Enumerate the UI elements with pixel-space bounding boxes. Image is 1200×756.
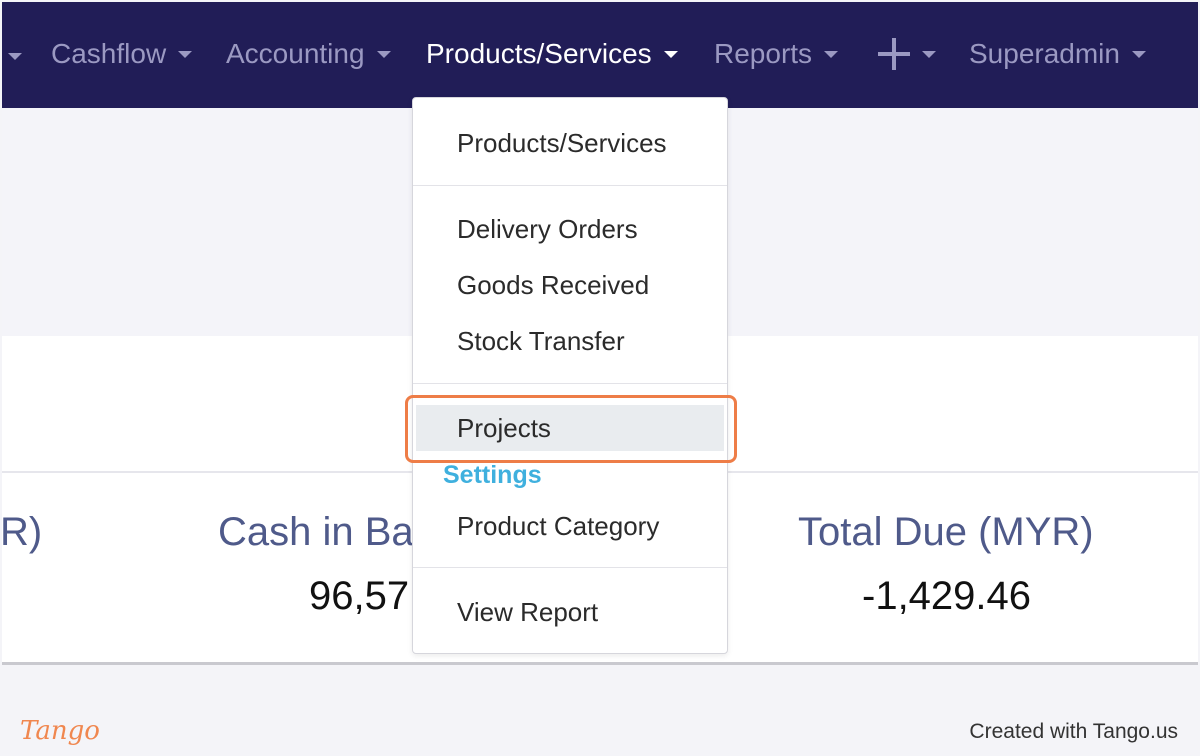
nav-superadmin[interactable]: Superadmin bbox=[969, 34, 1146, 74]
nav-products-services-label: Products/Services bbox=[426, 38, 652, 69]
stat-label-total-due: Total Due (MYR) bbox=[798, 510, 1094, 554]
nav-cashflow[interactable]: Cashflow bbox=[51, 34, 193, 74]
chevron-down-icon bbox=[1131, 50, 1146, 58]
chevron-down-icon bbox=[376, 50, 391, 58]
menu-item-products-services[interactable]: Products/Services bbox=[413, 121, 727, 165]
nav-cashflow-label: Cashflow bbox=[51, 38, 167, 69]
chevron-down-icon bbox=[922, 50, 936, 58]
menu-divider bbox=[413, 185, 727, 186]
chevron-down-icon[interactable] bbox=[8, 53, 22, 60]
nav-products-services[interactable]: Products/Services bbox=[426, 34, 678, 74]
created-with-text: Created with Tango.us bbox=[969, 720, 1178, 743]
tango-logo: Tango bbox=[20, 716, 100, 746]
stat-label: R) bbox=[2, 510, 43, 554]
products-services-dropdown: Products/Services Delivery Orders Goods … bbox=[412, 97, 728, 654]
content-bottom bbox=[2, 665, 1198, 704]
nav-accounting-label: Accounting bbox=[226, 38, 365, 69]
nav-quick-add[interactable] bbox=[878, 34, 936, 74]
menu-item-goods-received[interactable]: Goods Received bbox=[413, 263, 727, 307]
chevron-down-icon bbox=[663, 50, 678, 58]
menu-item-view-report[interactable]: View Report bbox=[413, 590, 727, 634]
nav-superadmin-label: Superadmin bbox=[969, 38, 1120, 69]
menu-heading-settings: Settings bbox=[443, 461, 542, 489]
chevron-down-icon bbox=[824, 50, 839, 58]
stat-value-total-due: -1,429.46 bbox=[862, 574, 1032, 618]
stat-value-cash-in-bank: 96,57 bbox=[309, 574, 410, 618]
menu-item-delivery-orders[interactable]: Delivery Orders bbox=[413, 207, 727, 251]
highlight-ring bbox=[405, 395, 737, 463]
top-navbar: Cashflow Accounting Products/Services Re… bbox=[2, 2, 1198, 108]
nav-reports-label: Reports bbox=[714, 38, 813, 69]
nav-reports[interactable]: Reports bbox=[714, 34, 839, 74]
stat-label-cash-in-bank: Cash in Ba bbox=[218, 510, 414, 554]
menu-item-product-category[interactable]: Product Category bbox=[413, 504, 727, 548]
chevron-down-icon bbox=[178, 50, 193, 58]
menu-item-stock-transfer[interactable]: Stock Transfer bbox=[413, 319, 727, 363]
menu-divider bbox=[413, 567, 727, 568]
nav-accounting[interactable]: Accounting bbox=[226, 34, 391, 74]
menu-divider bbox=[413, 383, 727, 384]
plus-icon bbox=[878, 38, 910, 70]
